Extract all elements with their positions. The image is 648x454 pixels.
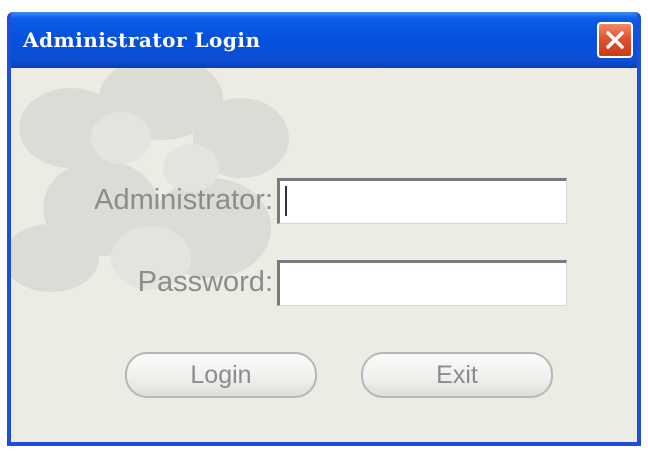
exit-button[interactable]: Exit bbox=[361, 352, 553, 398]
administrator-label: Administrator: bbox=[94, 184, 273, 216]
close-icon bbox=[606, 31, 624, 49]
title-bar[interactable]: Administrator Login bbox=[11, 12, 637, 68]
login-button[interactable]: Login bbox=[125, 352, 317, 398]
text-cursor bbox=[285, 186, 287, 216]
login-dialog: Administrator Login Administrator: Passw… bbox=[7, 12, 641, 446]
window-title: Administrator Login bbox=[23, 28, 261, 52]
administrator-input[interactable] bbox=[277, 178, 567, 224]
close-button[interactable] bbox=[597, 22, 633, 58]
password-label: Password: bbox=[137, 266, 273, 298]
dialog-body: Administrator: Password: Login Exit bbox=[11, 68, 637, 442]
password-input[interactable] bbox=[277, 260, 567, 306]
